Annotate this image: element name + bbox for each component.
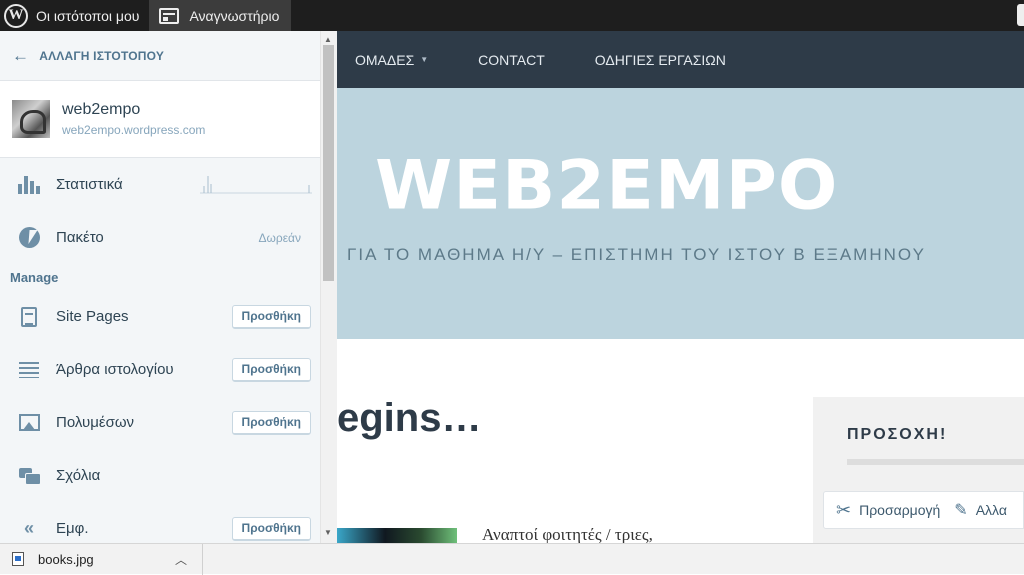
sidebar-item-stats[interactable]: Στατιστικά xyxy=(0,158,336,211)
chevrons-icon: « xyxy=(23,518,34,538)
customize-toolbar: ✂ Προσαρμογή ✎ Αλλα xyxy=(823,491,1024,529)
sidebar-item-partial[interactable]: « Εμφ. Προσθήκη xyxy=(0,502,336,543)
comments-icon xyxy=(18,465,41,487)
reader-menu[interactable]: Αναγνωστήριο xyxy=(149,0,292,31)
plan-icon xyxy=(18,227,40,249)
scroll-down-arrow-icon[interactable]: ▼ xyxy=(324,528,332,537)
plan-value: Δωρεάν xyxy=(258,230,302,245)
sidebar-item-label: Εμφ. xyxy=(56,520,89,537)
add-item-button[interactable]: Προσθήκη xyxy=(231,516,311,541)
post-excerpt: Αναπτοί φοιτητές / τριες, xyxy=(482,525,653,543)
pencil-icon: ✎ xyxy=(954,502,968,519)
site-header: WEB2EMPO ΓΙΑ ΤΟ ΜΑΘΗΜΑ Η/Υ – ΕΠΙΣΤΗΜΗ ΤΟ… xyxy=(337,88,1024,339)
stats-sparkline xyxy=(200,176,312,194)
sidebar-item-comments[interactable]: Σχόλια xyxy=(0,449,336,502)
sidebar-item-blog-posts[interactable]: Άρθρα ιστολογίου Προσθήκη xyxy=(0,343,336,396)
sidebar-item-site-pages[interactable]: Site Pages Προσθήκη xyxy=(0,290,336,343)
sidebar-item-media[interactable]: Πολυμέσων Προσθήκη xyxy=(0,396,336,449)
switch-site-label: ΑΛΛΑΓΗ ΙΣΤΟΤΟΠΟΥ xyxy=(39,48,165,63)
sidebar-item-label: Πολυμέσων xyxy=(56,414,135,431)
arrow-left-icon: ← xyxy=(12,45,30,65)
chevron-up-icon[interactable]: ︿ xyxy=(175,551,187,568)
edit-button[interactable]: Αλλα xyxy=(976,502,1007,518)
my-sites-label: Οι ιστότοποι μου xyxy=(36,7,140,24)
site-preview: ΟΜΑΔΕΣ ▼ CONTACT ΟΔΗΓΙΕΣ ΕΡΓΑΣΙΩΝ WEB2EM… xyxy=(337,31,1024,543)
post-title[interactable]: egins… xyxy=(337,396,481,441)
my-sites-menu[interactable]: W Οι ιστότοποι μου xyxy=(0,0,149,31)
widget-divider xyxy=(847,459,1024,465)
admin-bar: W Οι ιστότοποι μου Αναγνωστήριο xyxy=(0,0,1024,31)
sidebar-item-label: Στατιστικά xyxy=(56,176,123,193)
image-icon xyxy=(18,412,40,434)
image-file-icon xyxy=(12,552,24,566)
manage-heading: Manage xyxy=(10,269,59,285)
downloads-bar: books.jpg ︿ xyxy=(0,543,1024,575)
wordpress-logo-icon: W xyxy=(4,3,28,28)
reader-label: Αναγνωστήριο xyxy=(189,7,280,24)
scrollbar-thumb[interactable] xyxy=(323,45,334,281)
add-media-button[interactable]: Προσθήκη xyxy=(231,410,311,435)
tools-icon: ✂ xyxy=(836,499,852,520)
download-item[interactable]: books.jpg ︿ xyxy=(0,543,203,575)
sidebar: ← ΑΛΛΑΓΗ ΙΣΤΟΤΟΠΟΥ web2empo web2empo.wor… xyxy=(0,31,337,543)
caret-down-icon: ▼ xyxy=(420,55,429,64)
posts-icon xyxy=(18,359,40,381)
nav-item-groups[interactable]: ΟΜΑΔΕΣ ▼ xyxy=(355,52,428,68)
sidebar-item-label: Site Pages xyxy=(56,308,129,325)
sidebar-item-label: Σχόλια xyxy=(56,467,101,484)
site-title[interactable]: WEB2EMPO xyxy=(375,145,838,225)
site-name: web2empo xyxy=(62,101,141,118)
nav-item-contact[interactable]: CONTACT xyxy=(478,52,545,68)
page-icon xyxy=(18,306,40,328)
scroll-up-arrow-icon[interactable]: ▲ xyxy=(324,35,332,44)
sidebar-item-label: Πακέτο xyxy=(56,229,104,246)
customize-button[interactable]: Προσαρμογή xyxy=(859,502,940,518)
site-navigation: ΟΜΑΔΕΣ ▼ CONTACT ΟΔΗΓΙΕΣ ΕΡΓΑΣΙΩΝ xyxy=(337,31,1024,88)
stats-icon xyxy=(18,174,40,196)
site-tagline: ΓΙΑ ΤΟ ΜΑΘΗΜΑ Η/Υ – ΕΠΙΣΤΗΜΗ ΤΟΥ ΙΣΤΟΥ Β… xyxy=(347,245,926,264)
add-page-button[interactable]: Προσθήκη xyxy=(231,304,311,329)
switch-site-button[interactable]: ← ΑΛΛΑΓΗ ΙΣΤΟΤΟΠΟΥ xyxy=(0,31,336,81)
add-post-button[interactable]: Προσθήκη xyxy=(231,357,311,382)
widget-title: ΠΡΟΣΟΧΗ! xyxy=(847,426,948,443)
current-site-card[interactable]: web2empo web2empo.wordpress.com xyxy=(0,81,336,158)
post-thumbnail[interactable] xyxy=(337,528,457,543)
admin-bar-right-edge xyxy=(1017,4,1024,26)
download-file-name: books.jpg xyxy=(38,551,94,567)
nav-item-instructions[interactable]: ΟΔΗΓΙΕΣ ΕΡΓΑΣΙΩΝ xyxy=(595,52,726,68)
sidebar-item-label: Άρθρα ιστολογίου xyxy=(56,361,174,378)
nav-label: ΟΜΑΔΕΣ xyxy=(355,51,415,68)
site-url: web2empo.wordpress.com xyxy=(62,123,206,137)
reader-icon xyxy=(159,7,180,24)
site-icon xyxy=(12,100,50,138)
sidebar-item-plan[interactable]: Πακέτο Δωρεάν xyxy=(0,211,336,264)
